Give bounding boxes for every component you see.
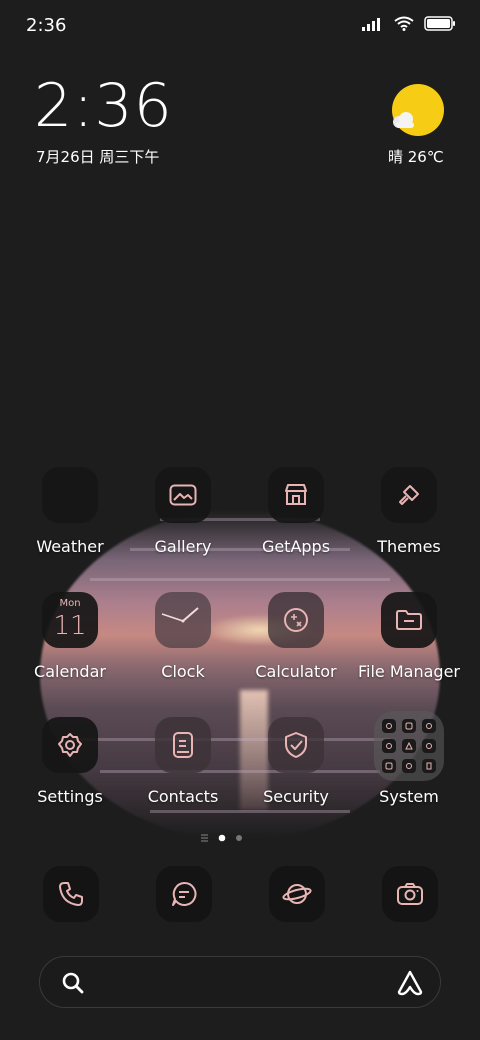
app-weather[interactable]: Weather — [15, 467, 125, 567]
store-icon — [268, 467, 324, 523]
calendar-month: Mon — [59, 598, 81, 609]
calendar-day: 11 — [53, 611, 87, 641]
clock-widget-date: 7月26日 周三下午 — [36, 148, 160, 166]
app-label: Contacts — [147, 787, 219, 806]
weather-icon — [42, 467, 98, 523]
browser-icon[interactable] — [269, 866, 325, 922]
shield-icon — [268, 717, 324, 773]
app-clock[interactable]: Clock — [128, 592, 238, 692]
search-icon[interactable] — [61, 971, 85, 995]
cloud-icon — [393, 112, 414, 128]
app-calendar[interactable]: Mon 11 Calendar — [15, 592, 125, 692]
mini-app-icon — [402, 719, 416, 733]
signal-icon — [362, 17, 380, 31]
calculator-icon — [268, 592, 324, 648]
list-icon — [201, 834, 242, 842]
app-label: Security — [263, 787, 329, 806]
phone-icon[interactable] — [43, 866, 99, 922]
gallery-icon — [155, 467, 211, 523]
contacts-icon — [155, 717, 211, 773]
app-file-manager[interactable]: File Manager — [354, 592, 464, 692]
mini-app-icon — [402, 759, 416, 773]
battery-icon — [424, 16, 455, 31]
status-icons — [362, 16, 456, 31]
app-label: Weather — [36, 537, 104, 556]
app-label: GetApps — [261, 537, 331, 556]
mini-app-icon — [382, 719, 396, 733]
app-label: Clock — [161, 662, 205, 681]
clock-icon — [155, 592, 211, 648]
app-getapps[interactable]: GetApps — [241, 467, 351, 567]
mini-app-icon — [422, 759, 436, 773]
app-contacts[interactable]: Contacts — [128, 717, 238, 817]
gear-icon — [42, 717, 98, 773]
messages-icon[interactable] — [156, 866, 212, 922]
wifi-icon — [394, 16, 414, 31]
search-bar[interactable] — [39, 956, 441, 1008]
mini-app-icon — [422, 739, 436, 753]
status-bar: 2:36 — [0, 0, 480, 50]
app-label: Themes — [377, 537, 441, 556]
app-label: Gallery — [154, 537, 212, 556]
mini-app-icon — [422, 719, 436, 733]
mini-app-icon — [382, 759, 396, 773]
assistant-icon[interactable] — [396, 969, 424, 997]
sunny-partly-cloudy-icon — [392, 84, 444, 136]
folder-grid — [382, 719, 436, 773]
clock-widget-time: 2:36 — [34, 71, 173, 141]
app-themes[interactable]: Themes — [354, 467, 464, 567]
mini-app-icon — [382, 739, 396, 753]
app-label: File Manager — [358, 662, 460, 681]
mini-app-icon — [402, 739, 416, 753]
app-label: Settings — [37, 787, 103, 806]
app-label: System — [379, 787, 439, 806]
calendar-icon: Mon 11 — [42, 592, 98, 648]
page-indicator[interactable] — [198, 829, 258, 842]
app-label: Calculator — [255, 662, 337, 681]
app-calculator[interactable]: Calculator — [241, 592, 351, 692]
app-gallery[interactable]: Gallery — [128, 467, 238, 567]
status-time: 2:36 — [26, 15, 67, 36]
app-settings[interactable]: Settings — [15, 717, 125, 817]
folder-grid-icon[interactable] — [374, 711, 444, 781]
weather-widget-text: 晴 26℃ — [388, 148, 444, 166]
folder-icon — [381, 592, 437, 648]
camera-icon[interactable] — [382, 866, 438, 922]
brush-icon — [381, 467, 437, 523]
app-security[interactable]: Security — [241, 717, 351, 817]
app-label: Calendar — [34, 662, 106, 681]
